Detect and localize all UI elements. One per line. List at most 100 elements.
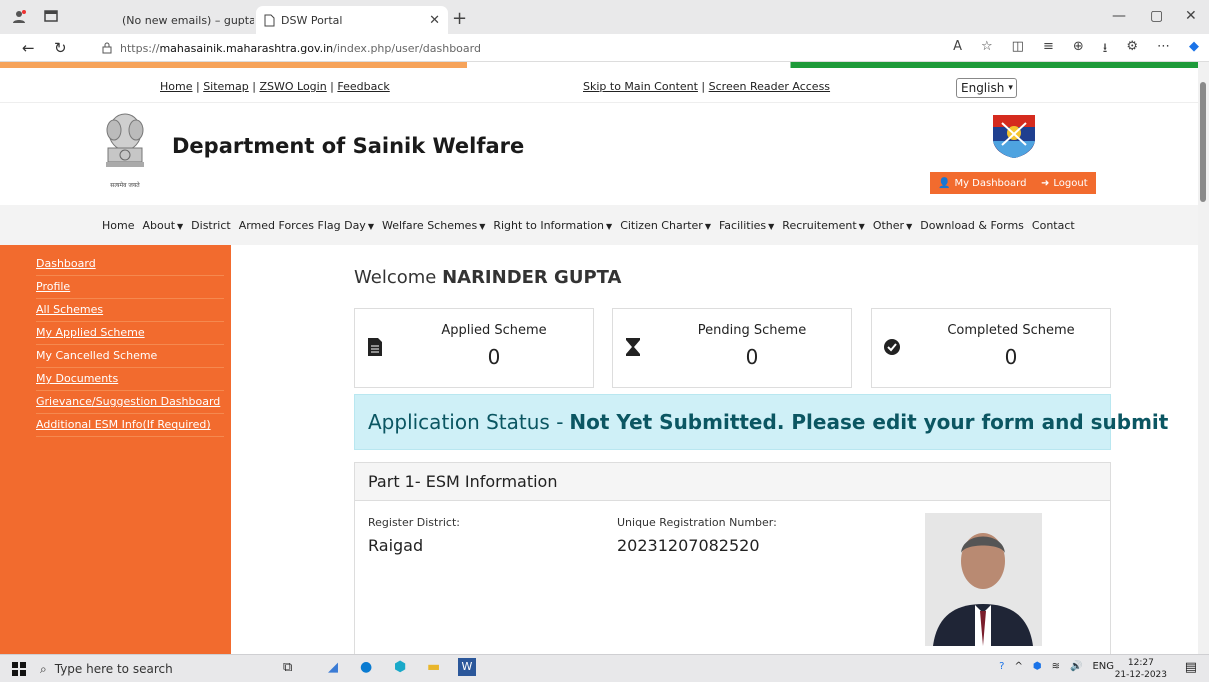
more-menu-icon[interactable]: ⋯ xyxy=(1157,39,1170,61)
profile-photo xyxy=(925,513,1042,646)
url-prefix: https:// xyxy=(120,41,160,55)
windows-start-icon[interactable] xyxy=(12,662,26,676)
top-links-accessibility: Skip to Main Content | Screen Reader Acc… xyxy=(583,80,831,93)
app-icon[interactable]: ◢ xyxy=(328,660,338,675)
nav-item-home[interactable]: Home xyxy=(102,219,134,232)
check-circle-icon xyxy=(884,339,900,355)
stat-card-completed: Completed Scheme 0 xyxy=(871,308,1111,388)
close-window-button[interactable]: ✕ xyxy=(1185,8,1197,24)
my-dashboard-label: My Dashboard xyxy=(954,177,1027,189)
register-district-label: Register District: xyxy=(368,516,461,529)
nav-item-district[interactable]: District xyxy=(191,219,231,232)
close-icon[interactable]: ✕ xyxy=(429,13,440,28)
nav-item-facilities[interactable]: Facilities ▼ xyxy=(719,219,774,232)
nav-item-contact[interactable]: Contact xyxy=(1032,219,1075,232)
top-link-feedback[interactable]: Feedback xyxy=(337,80,389,93)
nav-item-right-to-information[interactable]: Right to Information ▼ xyxy=(493,219,612,232)
scrollbar-thumb[interactable] xyxy=(1200,82,1206,202)
my-dashboard-button[interactable]: 👤 My Dashboard xyxy=(930,172,1035,194)
nav-item-welfare-schemes[interactable]: Welfare Schemes ▼ xyxy=(382,219,485,232)
screen-reader-link[interactable]: Screen Reader Access xyxy=(709,80,830,93)
taskbar-search-placeholder: Type here to search xyxy=(54,662,173,676)
nav-item-other[interactable]: Other ▼ xyxy=(873,219,912,232)
sidebar-item-my-applied-scheme[interactable]: My Applied Scheme xyxy=(36,322,224,345)
application-status-alert: Application Status - Not Yet Submitted. … xyxy=(354,394,1168,450)
minimize-button[interactable]: — xyxy=(1112,8,1126,24)
top-links-left: Home | Sitemap | ZSWO Login | Feedback xyxy=(160,80,390,93)
profile-icon[interactable] xyxy=(12,9,26,23)
restore-button[interactable]: ▢ xyxy=(1150,8,1163,24)
sidebar-item-all-schemes[interactable]: All Schemes xyxy=(36,299,224,322)
welcome-heading: Welcome NARINDER GUPTA xyxy=(354,267,621,288)
sidebar-item-grievance-suggestion-dashboard[interactable]: Grievance/Suggestion Dashboard xyxy=(36,391,224,414)
clock[interactable]: 12:27 21-12-2023 xyxy=(1115,657,1167,681)
top-link-sitemap[interactable]: Sitemap xyxy=(203,80,249,93)
task-view-icon[interactable]: ⧉ xyxy=(283,660,292,675)
security-icon[interactable]: ⬢ xyxy=(394,659,406,675)
volume-icon[interactable]: 🔊 xyxy=(1070,661,1082,672)
nav-item-about[interactable]: About ▼ xyxy=(142,219,183,232)
favorites-icon[interactable]: ≡ xyxy=(1043,39,1054,61)
logout-button[interactable]: ➜ Logout xyxy=(1033,172,1096,194)
network-icon[interactable]: ≋ xyxy=(1052,661,1060,672)
downloads-icon[interactable]: ⭳ xyxy=(1103,39,1108,61)
sidebar-item-my-documents[interactable]: My Documents xyxy=(36,368,224,391)
extensions-icon[interactable]: ⚙ xyxy=(1126,39,1138,61)
url-host: mahasainik.maharashtra.gov.in xyxy=(159,41,334,55)
nav-item-citizen-charter[interactable]: Citizen Charter ▼ xyxy=(620,219,711,232)
tab-dsw-portal[interactable]: DSW Portal ✕ xyxy=(256,6,448,34)
sidebar-item-additional-esm-info-if-required[interactable]: Additional ESM Info(If Required) xyxy=(36,414,224,437)
favorite-star-icon[interactable]: ☆ xyxy=(981,39,993,61)
page-scrollbar[interactable] xyxy=(1198,62,1209,654)
nav-item-recruitement[interactable]: Recruitement ▼ xyxy=(782,219,865,232)
clock-date: 21-12-2023 xyxy=(1114,670,1167,680)
nav-item-label: Citizen Charter xyxy=(620,218,703,232)
caret-down-icon: ▼ xyxy=(177,221,184,231)
top-link-zswo-login[interactable]: ZSWO Login xyxy=(259,80,326,93)
nav-item-download-forms[interactable]: Download & Forms xyxy=(920,219,1024,232)
edge-icon[interactable]: ● xyxy=(360,659,372,675)
hourglass-icon xyxy=(626,338,640,356)
url-field[interactable]: https://mahasainik.maharashtra.gov.in/in… xyxy=(92,37,892,59)
notifications-icon[interactable]: ▤ xyxy=(1185,660,1197,675)
skip-to-main-link[interactable]: Skip to Main Content xyxy=(583,80,698,93)
page-title: Department of Sainik Welfare xyxy=(172,134,525,158)
shield-icon[interactable]: ⬢ xyxy=(1033,661,1042,672)
file-explorer-icon[interactable]: ▬ xyxy=(427,659,440,675)
nav-item-label: Other xyxy=(872,218,905,232)
main-nav: Home About ▼ District Armed Forces Flag Day ▼… xyxy=(0,205,1198,245)
split-screen-icon[interactable]: ◫ xyxy=(1012,39,1024,61)
sidebar-item-profile[interactable]: Profile xyxy=(36,276,224,299)
tab-email-label: (No new emails) – gupta.narinde xyxy=(122,13,254,27)
stat-label: Pending Scheme xyxy=(697,323,807,338)
word-icon[interactable]: W xyxy=(458,658,476,676)
caret-down-icon: ▼ xyxy=(479,221,486,231)
top-link-home[interactable]: Home xyxy=(160,80,192,93)
language-select[interactable]: English ▾ xyxy=(956,78,1017,98)
taskbar-search[interactable]: ⌕ Type here to search xyxy=(40,657,370,681)
sidebar-item-my-cancelled-scheme[interactable]: My Cancelled Scheme xyxy=(36,345,224,368)
read-aloud-icon[interactable]: A xyxy=(953,39,962,61)
sidebar-item-dashboard[interactable]: Dashboard xyxy=(36,253,224,276)
nav-item-label: Armed Forces Flag Day xyxy=(238,218,366,232)
refresh-icon[interactable]: ↻ xyxy=(54,39,67,57)
help-icon[interactable]: ? xyxy=(999,661,1004,672)
sidebar: Dashboard Profile All Schemes My Applied Sc… xyxy=(0,245,231,654)
part1-heading: Part 1- ESM Information xyxy=(355,463,1110,501)
national-emblem-logo xyxy=(106,113,144,167)
page-icon xyxy=(264,14,275,26)
nav-item-armed-forces-flag-day[interactable]: Armed Forces Flag Day ▼ xyxy=(239,219,374,232)
nav-item-label: Welfare Schemes xyxy=(381,218,478,232)
nav-item-label: Contact xyxy=(1031,218,1075,232)
copilot-icon[interactable]: ◆ xyxy=(1189,39,1199,61)
tab-email[interactable]: (No new emails) – gupta.narinde ✕ xyxy=(108,6,254,34)
new-tab-button[interactable]: + xyxy=(452,8,467,29)
chevron-up-icon[interactable]: ^ xyxy=(1014,661,1022,672)
lock-icon xyxy=(102,42,112,54)
back-arrow-icon[interactable]: ← xyxy=(22,39,35,57)
search-icon: ⌕ xyxy=(40,661,47,676)
collections-icon[interactable]: ⊕ xyxy=(1073,39,1084,61)
language-indicator[interactable]: ENG xyxy=(1092,661,1114,672)
tab-actions-icon[interactable] xyxy=(44,9,58,23)
sainik-crest-logo xyxy=(993,115,1035,158)
